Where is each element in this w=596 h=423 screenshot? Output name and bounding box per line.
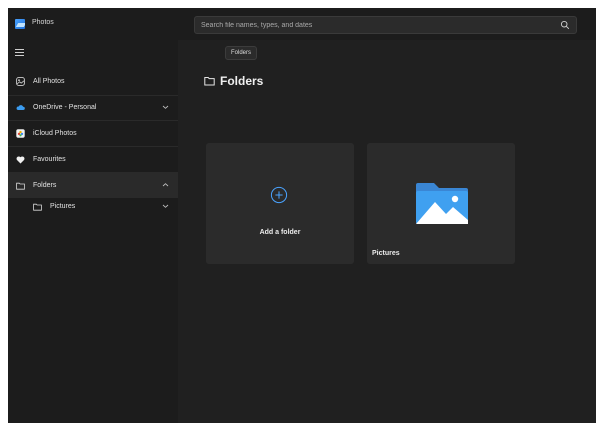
title-bar: Photos: [8, 8, 596, 40]
photos-icon: [16, 77, 25, 86]
sidebar-item-onedrive[interactable]: OneDrive - Personal: [8, 95, 178, 120]
cloud-icon: [16, 103, 25, 112]
sidebar: All Photos OneDrive - Personal iCloud Ph…: [8, 40, 178, 423]
search-box[interactable]: [194, 16, 577, 34]
sidebar-item-label: Folders: [33, 182, 57, 189]
page-title-text: Folders: [220, 74, 264, 88]
search-input[interactable]: [201, 17, 541, 33]
pictures-folder-card[interactable]: Pictures: [367, 143, 515, 264]
main-content: Folders Add a folder Pictures: [180, 40, 596, 423]
sidebar-item-pictures[interactable]: Pictures: [8, 194, 178, 219]
search-icon[interactable]: [560, 20, 570, 30]
sidebar-item-label: iCloud Photos: [33, 130, 77, 137]
card-label: Pictures: [372, 250, 400, 257]
chevron-down-icon[interactable]: [162, 203, 169, 209]
sidebar-item-all-photos[interactable]: All Photos: [8, 69, 178, 94]
hamburger-menu-icon[interactable]: [15, 49, 24, 56]
card-label: Add a folder: [259, 229, 301, 236]
sidebar-item-label: All Photos: [33, 78, 65, 85]
sidebar-item-label: OneDrive - Personal: [33, 104, 97, 111]
add-folder-card[interactable]: Add a folder: [206, 143, 354, 264]
heart-icon: [16, 155, 25, 164]
page-title: Folders: [204, 74, 263, 88]
sidebar-item-label: Favourites: [33, 156, 66, 163]
photos-app-icon: [15, 19, 25, 29]
folder-icon: [16, 181, 25, 190]
photos-window: Photos All Photos: [8, 8, 596, 423]
pictures-folder-icon: [416, 183, 468, 224]
sidebar-item-icloud[interactable]: iCloud Photos: [8, 121, 178, 146]
sidebar-item-favourites[interactable]: Favourites: [8, 147, 178, 172]
app-title: Photos: [32, 19, 54, 26]
folder-icon: [204, 77, 215, 86]
sidebar-item-label: Pictures: [50, 203, 76, 210]
plus-circle-icon: [270, 186, 288, 204]
tooltip: Folders: [225, 46, 258, 60]
chevron-down-icon[interactable]: [162, 104, 169, 110]
icloud-icon: [16, 129, 25, 138]
folder-icon: [33, 202, 42, 211]
chevron-up-icon[interactable]: [162, 182, 169, 188]
